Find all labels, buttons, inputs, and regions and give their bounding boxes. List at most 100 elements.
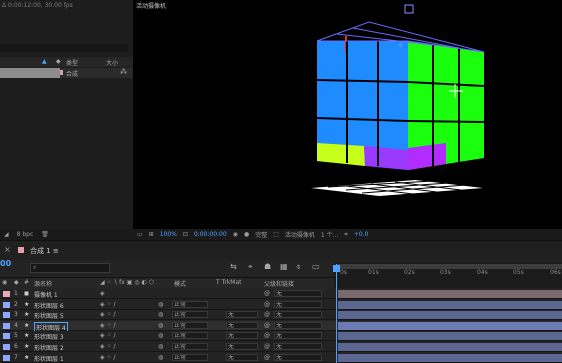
layer-switch-icons[interactable]: ◈ ⁘ / [100,311,115,318]
label-chip[interactable] [3,322,10,329]
close-icon[interactable]: × [4,245,11,254]
snapshot-icon[interactable]: ▭ [137,231,143,238]
graph-editor-icon[interactable]: ▭ [312,262,320,271]
draft-3d-icon[interactable]: ⌖ [248,262,253,272]
label-chip[interactable] [3,291,10,297]
mode-dropdown[interactable]: 正常 [172,332,208,340]
parent-dropdown[interactable]: 无 [274,311,322,319]
col-type[interactable]: 类型 [66,58,78,67]
timeline-search-input[interactable]: ⌕ [30,263,110,273]
3d-layer-icon[interactable]: ◍ [158,322,163,329]
layer-row[interactable]: 7 ★ 形状图层 1 ◈ ⁘ / ◍ 正常 无 @ 无 [0,352,562,363]
mode-dropdown[interactable]: 正常 [172,321,208,329]
fit-icon[interactable]: ⊡ [183,231,188,238]
color-channel-icon[interactable]: ● [244,231,249,238]
layer-duration-bar[interactable] [338,311,562,320]
layer-row[interactable]: 1 ◼ 摄像机 1 ◈ @ 无 [0,289,562,299]
parent-dropdown[interactable]: 无 [274,321,322,329]
motion-blur-icon[interactable]: ⌽ [296,262,301,272]
layer-row[interactable]: 4 ★ 形状图层 4 ◈ ⁘ / ◍ 正常无 @ 无 [0,320,562,333]
layer-switch-icons[interactable]: ◈ ⁘ / [100,354,115,361]
switches-header-icons[interactable]: ◢ ⁘ ∖ fx ▣ ◎ ◐ ⬡ [100,279,154,286]
interpret-icon[interactable]: ◢ [4,231,9,238]
layer-switch-icons[interactable]: ◈ ⁘ / [100,332,115,339]
zoom-dropdown[interactable]: 100% [160,231,177,238]
camera-icon[interactable]: ◉ [233,231,238,238]
trkmat-dropdown[interactable]: 无 [226,343,258,350]
layer-name[interactable]: 形状图层 2 [34,343,64,352]
shy-icon[interactable]: ☗ [264,262,271,271]
source-name-header[interactable]: 源名称 [34,279,52,288]
layer-switch-icons[interactable]: ◈ ⁘ / [100,301,115,308]
pickwhip-icon[interactable]: @ [264,354,270,361]
label-chip[interactable] [3,312,10,319]
layer-switch-icons[interactable]: ◈ [100,290,105,297]
views-dropdown[interactable]: 1 个... [321,230,338,239]
tag-icon[interactable]: ▲ [42,58,47,65]
av-switch-icon[interactable]: ◉ [2,279,7,286]
layer-switch-icons[interactable]: ◈ ⁘ / [100,322,115,329]
3d-layer-icon[interactable]: ◍ [158,311,163,318]
trkmat-header[interactable]: T TrkMat [216,279,242,286]
label-chip[interactable] [3,344,10,350]
mode-dropdown[interactable]: 正常 [172,311,208,319]
3d-layer-icon[interactable]: ◍ [158,343,163,350]
parent-dropdown[interactable]: 无 [274,332,322,340]
trkmat-dropdown[interactable]: 无 [226,332,258,340]
layer-duration-bar[interactable] [338,321,562,330]
playhead-handle[interactable] [333,265,340,272]
pickwhip-icon[interactable]: @ [264,332,270,339]
layer-name[interactable]: 摄像机 1 [34,290,58,299]
grid-icon[interactable]: ⊞ [149,231,154,238]
pickwhip-icon[interactable]: @ [264,322,270,329]
layer-switch-icons[interactable]: ◈ ⁘ / [100,343,115,350]
trkmat-dropdown[interactable]: 无 [226,321,258,329]
label-header-icon[interactable]: ◆ [14,279,19,286]
playhead-line[interactable] [336,264,337,363]
pickwhip-icon[interactable]: @ [264,311,270,318]
layer-name[interactable]: 形状图层 3 [34,332,64,341]
layer-duration-bar[interactable] [338,332,562,341]
layer-duration-bar[interactable] [338,290,562,298]
mode-dropdown[interactable]: 正常 [172,343,208,350]
layer-row[interactable]: 6 ★ 形状图层 2 ◈ ⁘ / ◍ 正常 无 @ 无 [0,342,562,352]
parent-dropdown[interactable]: 无 [274,290,322,297]
trash-icon[interactable]: 🗑 [41,231,49,238]
trkmat-dropdown[interactable]: 无 [226,353,258,361]
parent-header[interactable]: 父级和链接 [264,279,294,288]
layer-row[interactable]: 2 ★ 形状图层 6 ◈ ⁘ / ◍ 正常 @ 无 [0,299,562,310]
layer-duration-bar[interactable] [338,300,562,309]
render-icon[interactable]: ⌗ [344,231,347,239]
pickwhip-icon[interactable]: @ [264,301,270,308]
current-time-display[interactable]: 00 [0,259,11,268]
layer-row[interactable]: 5 ★ 形状图层 3 ◈ ⁘ / ◍ 正常 无 @ 无 [0,331,562,342]
mode-header[interactable]: 模式 [174,279,186,288]
exposure-value[interactable]: +0.0 [354,231,369,238]
timeline-tab[interactable]: 合成 1 ≡ [30,246,59,256]
col-size[interactable]: 大小 [106,58,118,67]
flowchart-icon[interactable]: ⁂ [120,68,127,76]
label-chip[interactable] [3,354,10,361]
region-icon[interactable]: ⬚ [273,231,279,238]
pickwhip-icon[interactable]: @ [264,343,270,350]
project-search-input[interactable] [0,44,128,52]
trkmat-dropdown[interactable]: 无 [226,311,258,319]
3d-layer-icon[interactable]: ◍ [158,354,163,361]
3d-layer-icon[interactable]: ◍ [158,301,163,308]
layer-name[interactable]: 形状图层 6 [34,301,64,310]
label-icon[interactable]: ◆ [56,58,61,65]
label-chip[interactable] [3,301,10,308]
viewer-time[interactable]: 0:00:00:00 [194,231,227,238]
parent-dropdown[interactable]: 无 [274,353,322,361]
layer-name[interactable]: 形状图层 1 [34,354,64,363]
quality-dropdown[interactable]: 完整 [255,230,267,239]
layer-name[interactable]: 形状图层 5 [34,311,64,320]
label-chip[interactable] [3,333,10,340]
camera-dropdown[interactable]: 活动摄像机 [285,230,315,239]
num-header[interactable]: # [24,279,29,286]
parent-dropdown[interactable]: 无 [274,343,322,350]
layer-duration-bar[interactable] [338,343,562,351]
layer-row[interactable]: 3 ★ 形状图层 5 ◈ ⁘ / ◍ 正常 无 @ 无 [0,310,562,321]
tab-menu-icon[interactable]: ≡ [53,247,59,255]
layer-duration-bar[interactable] [338,353,562,362]
